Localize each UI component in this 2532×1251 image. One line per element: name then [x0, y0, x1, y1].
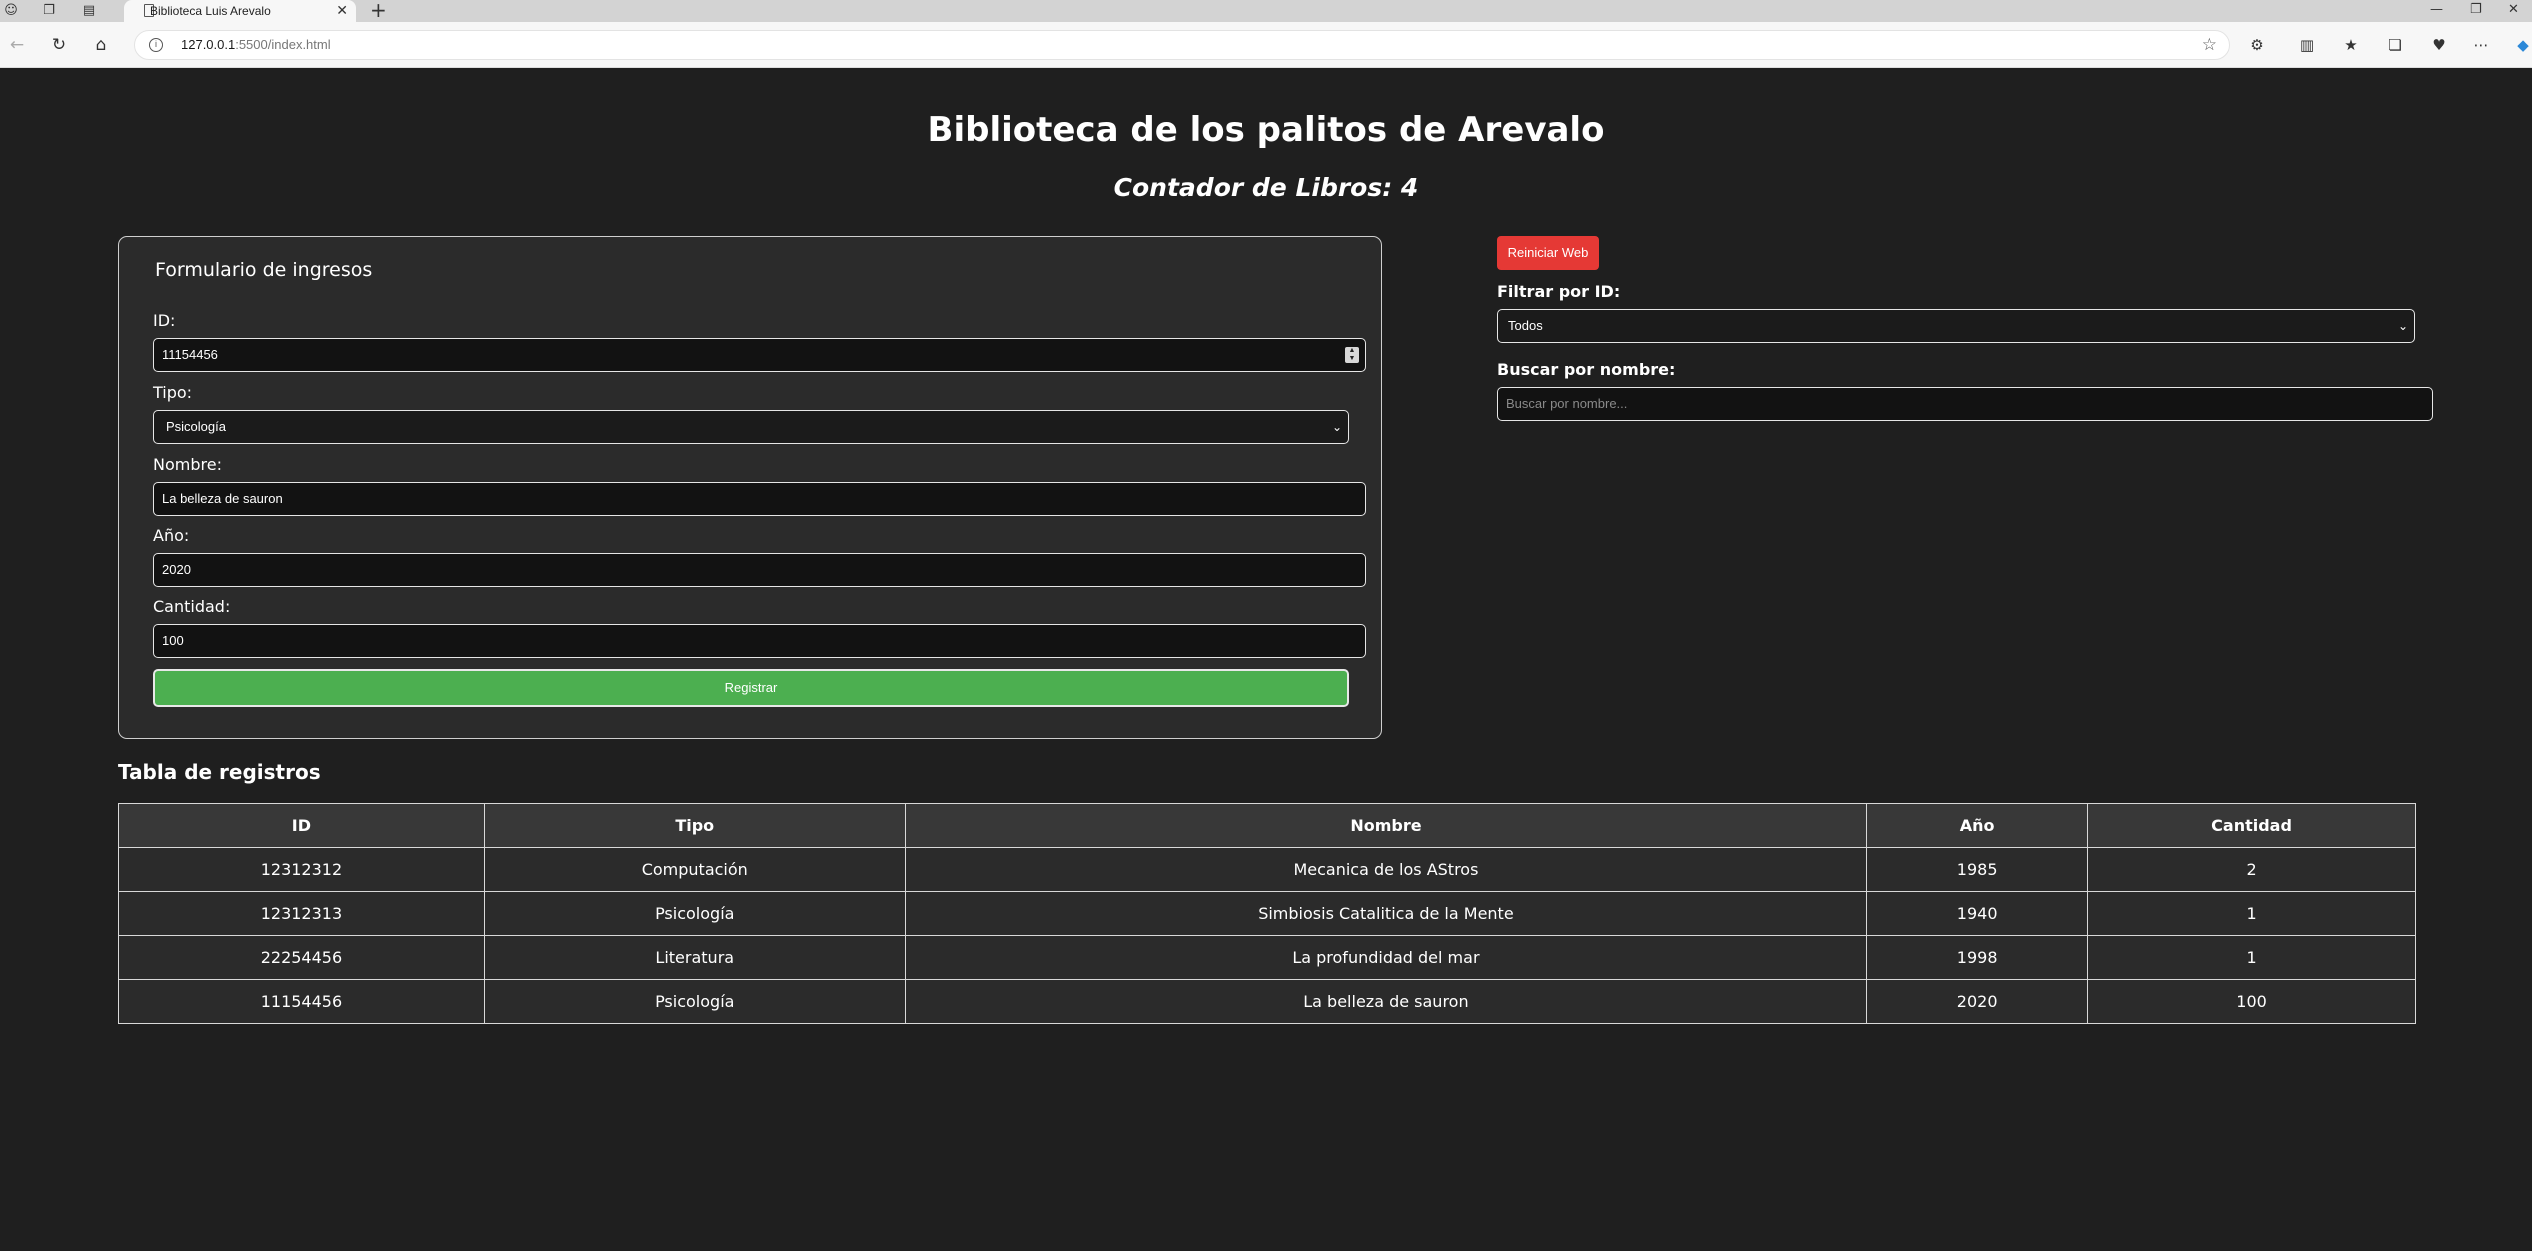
cell-anio: 1985: [1866, 847, 2089, 892]
filter-id-select[interactable]: Todos ⌄: [1497, 309, 2415, 343]
nombre-input-value: La belleza de sauron: [162, 491, 283, 506]
browser-essentials-icon[interactable]: ♥: [2428, 34, 2450, 56]
cell-nombre: Simbiosis Catalitica de la Mente: [904, 891, 1868, 936]
cell-id: 12312312: [118, 847, 485, 892]
anio-input-value: 2020: [162, 562, 191, 577]
filter-id-label: Filtrar por ID:: [1497, 282, 1621, 301]
cell-tipo: Psicología: [483, 979, 906, 1024]
header-nombre: Nombre: [904, 803, 1868, 848]
tab-actions-icon[interactable]: ▤: [80, 2, 98, 20]
cell-anio: 2020: [1866, 979, 2089, 1024]
search-name-input[interactable]: Buscar por nombre...: [1497, 387, 2433, 421]
records-table: ID Tipo Nombre Año Cantidad 12312312 Com…: [118, 803, 2416, 1024]
cell-cantidad: 100: [2087, 979, 2416, 1024]
back-icon[interactable]: ←: [6, 34, 28, 56]
workspaces-icon[interactable]: ❐: [40, 2, 58, 20]
page-content: Biblioteca de los palitos de Arevalo Con…: [0, 68, 2532, 1251]
nombre-input[interactable]: La belleza de sauron: [153, 482, 1366, 516]
cell-id: 11154456: [118, 979, 485, 1024]
table-row: 22254456 Literatura La profundidad del m…: [118, 935, 2416, 980]
table-row: 11154456 Psicología La belleza de sauron…: [118, 979, 2416, 1024]
cell-id: 22254456: [118, 935, 485, 980]
extensions-icon[interactable]: ⚙: [2246, 34, 2268, 56]
favorites-icon[interactable]: ★: [2340, 34, 2362, 56]
search-name-label: Buscar por nombre:: [1497, 360, 1676, 379]
url-path: :5500/index.html: [235, 37, 331, 52]
chevron-down-icon: ⌄: [1331, 420, 1342, 434]
url-host: 127.0.0.1: [181, 37, 236, 52]
chevron-down-icon: ⌄: [2397, 319, 2408, 333]
tab-close-icon[interactable]: ✕: [336, 0, 348, 22]
collections-icon[interactable]: ❏: [2384, 34, 2406, 56]
new-tab-icon[interactable]: +: [370, 0, 387, 20]
filter-id-select-value: Todos: [1508, 318, 1543, 333]
cell-cantidad: 2: [2087, 847, 2416, 892]
cell-tipo: Psicología: [483, 891, 906, 936]
browser-tab-bar: ☺ ❐ ▤ Biblioteca Luis Arevalo ✕ + — ❐ ✕: [0, 0, 2532, 22]
cell-cantidad: 1: [2087, 935, 2416, 980]
id-label: ID:: [153, 311, 176, 330]
reset-web-button[interactable]: Reiniciar Web: [1497, 236, 1599, 270]
url-text: 127.0.0.1:5500/index.html: [181, 31, 331, 59]
more-menu-icon[interactable]: ⋯: [2470, 34, 2492, 56]
cantidad-input[interactable]: 100: [153, 624, 1366, 658]
cell-cantidad: 1: [2087, 891, 2416, 936]
split-screen-icon[interactable]: ▥: [2296, 34, 2318, 56]
cell-anio: 1998: [1866, 935, 2089, 980]
cell-nombre: La belleza de sauron: [904, 979, 1868, 1024]
site-info-icon[interactable]: i: [149, 38, 163, 52]
profile-avatar-icon[interactable]: ☺: [2, 2, 20, 20]
entry-form: Formulario de ingresos ID: 11154456 ▲ ▼ T…: [118, 236, 1382, 739]
close-window-icon[interactable]: ✕: [2508, 0, 2519, 20]
copilot-icon[interactable]: ◆: [2512, 34, 2532, 56]
cell-id: 12312313: [118, 891, 485, 936]
browser-tab-active[interactable]: Biblioteca Luis Arevalo ✕: [124, 0, 356, 22]
refresh-icon[interactable]: ↻: [48, 34, 70, 56]
register-button[interactable]: Registrar: [153, 669, 1349, 707]
form-legend: Formulario de ingresos: [155, 259, 373, 281]
table-row: 12312313 Psicología Simbiosis Catalitica…: [118, 891, 2416, 936]
cell-tipo: Computación: [483, 847, 906, 892]
tipo-select-value: Psicología: [166, 419, 226, 434]
cantidad-input-value: 100: [162, 633, 184, 648]
id-input-value: 11154456: [162, 347, 218, 362]
header-id: ID: [118, 803, 485, 848]
table-title: Tabla de registros: [118, 760, 321, 784]
minimize-icon[interactable]: —: [2430, 0, 2443, 20]
tab-title: Biblioteca Luis Arevalo: [150, 4, 271, 18]
tipo-select[interactable]: Psicología ⌄: [153, 410, 1349, 444]
cantidad-label: Cantidad:: [153, 597, 231, 616]
table-row: 12312312 Computación Mecanica de los ASt…: [118, 847, 2416, 892]
table-header-row: ID Tipo Nombre Año Cantidad: [118, 803, 2416, 848]
cell-nombre: La profundidad del mar: [904, 935, 1868, 980]
cell-nombre: Mecanica de los AStros: [904, 847, 1868, 892]
search-name-placeholder: Buscar por nombre...: [1506, 396, 1628, 411]
header-anio: Año: [1866, 803, 2089, 848]
header-tipo: Tipo: [483, 803, 906, 848]
nombre-label: Nombre:: [153, 455, 222, 474]
url-field[interactable]: i 127.0.0.1:5500/index.html ☆: [134, 30, 2230, 60]
anio-label: Año:: [153, 526, 190, 545]
page-title: Biblioteca de los palitos de Arevalo: [927, 110, 1605, 150]
restore-icon[interactable]: ❐: [2470, 0, 2482, 20]
book-counter: Contador de Libros: 4: [1113, 173, 1419, 202]
header-cantidad: Cantidad: [2087, 803, 2416, 848]
spinner-icon[interactable]: ▲ ▼: [1345, 347, 1359, 363]
cell-anio: 1940: [1866, 891, 2089, 936]
home-icon[interactable]: ⌂: [90, 34, 112, 56]
favorite-star-icon[interactable]: ☆: [2202, 31, 2217, 59]
tipo-label: Tipo:: [153, 383, 193, 402]
cell-tipo: Literatura: [483, 935, 906, 980]
anio-input[interactable]: 2020: [153, 553, 1366, 587]
address-bar: ← ↻ ⌂ i 127.0.0.1:5500/index.html ☆ ⚙ ▥ …: [0, 22, 2532, 68]
id-input[interactable]: 11154456 ▲ ▼: [153, 338, 1366, 372]
